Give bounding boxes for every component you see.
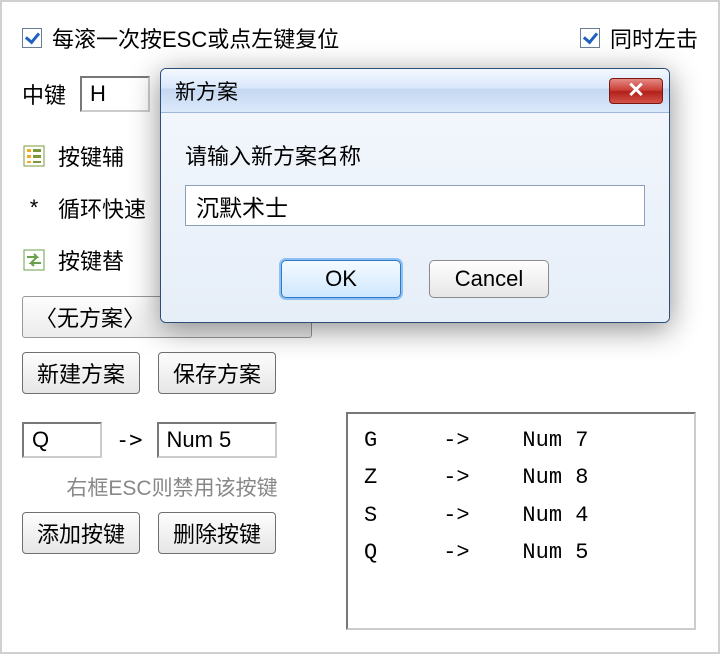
leftclick-checkbox[interactable] bbox=[580, 28, 600, 48]
scheme-name-input[interactable] bbox=[185, 185, 645, 226]
mapping-target-input[interactable] bbox=[157, 422, 277, 458]
section-key-assist-label: 按键辅 bbox=[58, 140, 124, 172]
leftclick-option[interactable]: 同时左击 bbox=[580, 22, 698, 54]
scheme-select-value: 〈无方案〉 bbox=[35, 306, 145, 331]
close-icon: ✕ bbox=[627, 78, 645, 103]
swap-icon bbox=[22, 248, 46, 272]
dialog-close-button[interactable]: ✕ bbox=[609, 78, 663, 104]
reset-checkbox-label: 每滚一次按ESC或点左键复位 bbox=[52, 22, 339, 54]
ok-button[interactable]: OK bbox=[281, 260, 401, 298]
reset-option[interactable]: 每滚一次按ESC或点左键复位 bbox=[22, 22, 339, 54]
reset-checkbox[interactable] bbox=[22, 28, 42, 48]
section-key-replace-label: 按键替 bbox=[58, 244, 124, 276]
dialog-titlebar[interactable]: 新方案 ✕ bbox=[161, 69, 669, 113]
section-cycle-fast-label: 循环快速 bbox=[58, 192, 146, 224]
middle-key-input[interactable] bbox=[80, 76, 150, 112]
middle-key-label: 中键 bbox=[22, 78, 66, 110]
arrow-icon: -> bbox=[116, 428, 143, 453]
mapping-source-input[interactable] bbox=[22, 422, 102, 458]
new-scheme-dialog: 新方案 ✕ 请输入新方案名称 OK Cancel bbox=[160, 68, 670, 323]
dialog-button-row: OK Cancel bbox=[185, 260, 645, 298]
mapping-list[interactable]: G -> Num 7 Z -> Num 8 S -> Num 4 Q -> Nu… bbox=[346, 412, 696, 630]
list-icon bbox=[22, 144, 46, 168]
cancel-button[interactable]: Cancel bbox=[429, 260, 549, 298]
dialog-title: 新方案 bbox=[175, 76, 238, 106]
mapping-hint: 右框ESC则禁用该按键 bbox=[22, 472, 322, 502]
delete-key-button[interactable]: 删除按键 bbox=[158, 512, 276, 554]
asterisk-icon: * bbox=[22, 195, 46, 221]
save-scheme-button[interactable]: 保存方案 bbox=[158, 352, 276, 394]
dialog-prompt: 请输入新方案名称 bbox=[185, 139, 645, 171]
new-scheme-button[interactable]: 新建方案 bbox=[22, 352, 140, 394]
scheme-buttons-row: 新建方案 保存方案 bbox=[22, 352, 698, 394]
add-key-button[interactable]: 添加按键 bbox=[22, 512, 140, 554]
dialog-body: 请输入新方案名称 OK Cancel bbox=[161, 113, 669, 322]
top-options-row: 每滚一次按ESC或点左键复位 同时左击 bbox=[22, 22, 698, 54]
leftclick-checkbox-label: 同时左击 bbox=[610, 22, 698, 54]
